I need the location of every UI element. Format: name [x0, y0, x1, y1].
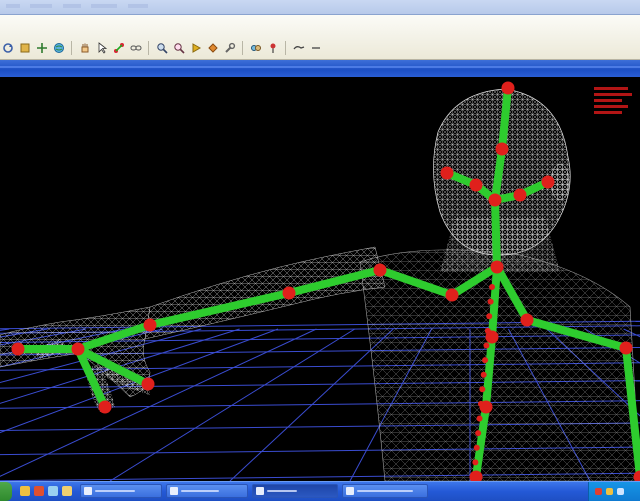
skeleton-joint[interactable]: [446, 289, 459, 302]
taskbar-button[interactable]: [342, 484, 428, 498]
spine-bead: [482, 357, 488, 363]
spine-bead: [471, 474, 477, 480]
skeleton-joint[interactable]: [99, 401, 112, 414]
skeleton-joint[interactable]: [283, 287, 296, 300]
zoom-icon[interactable]: [154, 40, 169, 56]
minus-icon[interactable]: [308, 40, 323, 56]
skeleton-joint[interactable]: [441, 167, 454, 180]
menu-bar: [0, 0, 640, 15]
skeleton-joint[interactable]: [144, 319, 157, 332]
skeleton-joint[interactable]: [72, 343, 85, 356]
link-icon[interactable]: [248, 40, 263, 56]
globe-icon[interactable]: [51, 40, 66, 56]
spine-bead: [483, 342, 489, 348]
readout-line: [594, 99, 622, 102]
quick-launch: [20, 486, 72, 496]
menu-item[interactable]: [128, 4, 148, 8]
readout-line: [594, 93, 632, 96]
window-icon: [84, 487, 92, 495]
menu-item[interactable]: [91, 4, 117, 8]
start-button[interactable]: [0, 482, 12, 501]
toolbar-separator: [71, 41, 72, 55]
menu-item[interactable]: [63, 4, 81, 8]
skeleton-joint[interactable]: [620, 342, 633, 355]
clock-icon[interactable]: [617, 488, 624, 495]
spine-bead: [479, 386, 485, 392]
readout-line: [594, 105, 628, 108]
select-icon[interactable]: [17, 40, 32, 56]
readout-line: [594, 87, 628, 90]
title-bar-highlight: [0, 66, 640, 68]
skeleton-joint[interactable]: [502, 82, 515, 95]
spine-bead: [475, 430, 481, 436]
taskbar: [0, 481, 640, 501]
menu-item[interactable]: [6, 4, 20, 8]
hand-icon[interactable]: [77, 40, 92, 56]
window-icon: [256, 487, 264, 495]
skeleton-joint[interactable]: [374, 264, 387, 277]
window-icon: [170, 487, 178, 495]
skeleton-joint[interactable]: [489, 194, 502, 207]
taskbar-button-active[interactable]: [252, 484, 338, 498]
spine-bead: [488, 299, 494, 305]
volume-icon[interactable]: [606, 488, 613, 495]
task-label: [95, 490, 135, 492]
magnify-icon[interactable]: [171, 40, 186, 56]
coordinate-readout: [594, 87, 634, 114]
tool-strip: [0, 39, 323, 57]
skeleton-joint[interactable]: [12, 343, 25, 356]
desktop-icon[interactable]: [20, 486, 30, 496]
arrow-icon[interactable]: [291, 40, 306, 56]
window-icon: [346, 487, 354, 495]
window-title-bar: [0, 60, 640, 77]
skeleton-joint[interactable]: [542, 176, 555, 189]
skeleton-joint[interactable]: [521, 314, 534, 327]
skeleton-joint[interactable]: [496, 143, 509, 156]
toolbar-separator: [242, 41, 243, 55]
joint-icon[interactable]: [111, 40, 126, 56]
task-label: [181, 490, 219, 492]
taskbar-button[interactable]: [80, 484, 162, 498]
fill-icon[interactable]: [205, 40, 220, 56]
wrench-icon[interactable]: [222, 40, 237, 56]
cursor-icon[interactable]: [94, 40, 109, 56]
chain-icon[interactable]: [128, 40, 143, 56]
spine-bead: [481, 372, 487, 378]
rotate-icon[interactable]: [0, 40, 15, 56]
taskbar-button[interactable]: [166, 484, 248, 498]
spine-bead: [472, 459, 478, 465]
spine-bead: [474, 445, 480, 451]
skeleton-joint[interactable]: [142, 378, 155, 391]
folder-icon[interactable]: [62, 486, 72, 496]
spine-bead: [489, 284, 495, 290]
spine-bead: [477, 416, 483, 422]
browser-icon[interactable]: [34, 486, 44, 496]
task-label: [357, 490, 413, 492]
system-tray: [588, 482, 640, 501]
play-icon[interactable]: [188, 40, 203, 56]
toolbar-separator: [285, 41, 286, 55]
pin-icon[interactable]: [265, 40, 280, 56]
network-icon[interactable]: [595, 488, 602, 495]
spine-bead: [478, 401, 484, 407]
toolbar-separator: [148, 41, 149, 55]
task-label: [267, 490, 297, 492]
menu-item[interactable]: [30, 4, 52, 8]
move-icon[interactable]: [34, 40, 49, 56]
spine-bead: [486, 313, 492, 319]
spine-bead: [485, 328, 491, 334]
skeleton-joint[interactable]: [491, 261, 504, 274]
readout-line: [594, 111, 622, 114]
skeleton-joint[interactable]: [514, 189, 527, 202]
skeleton-joint[interactable]: [470, 179, 483, 192]
3d-viewport[interactable]: [0, 77, 640, 481]
toolbar: [0, 15, 640, 60]
skeleton-bone[interactable]: [495, 200, 497, 267]
viewport-scene: [0, 77, 640, 481]
media-icon[interactable]: [48, 486, 58, 496]
